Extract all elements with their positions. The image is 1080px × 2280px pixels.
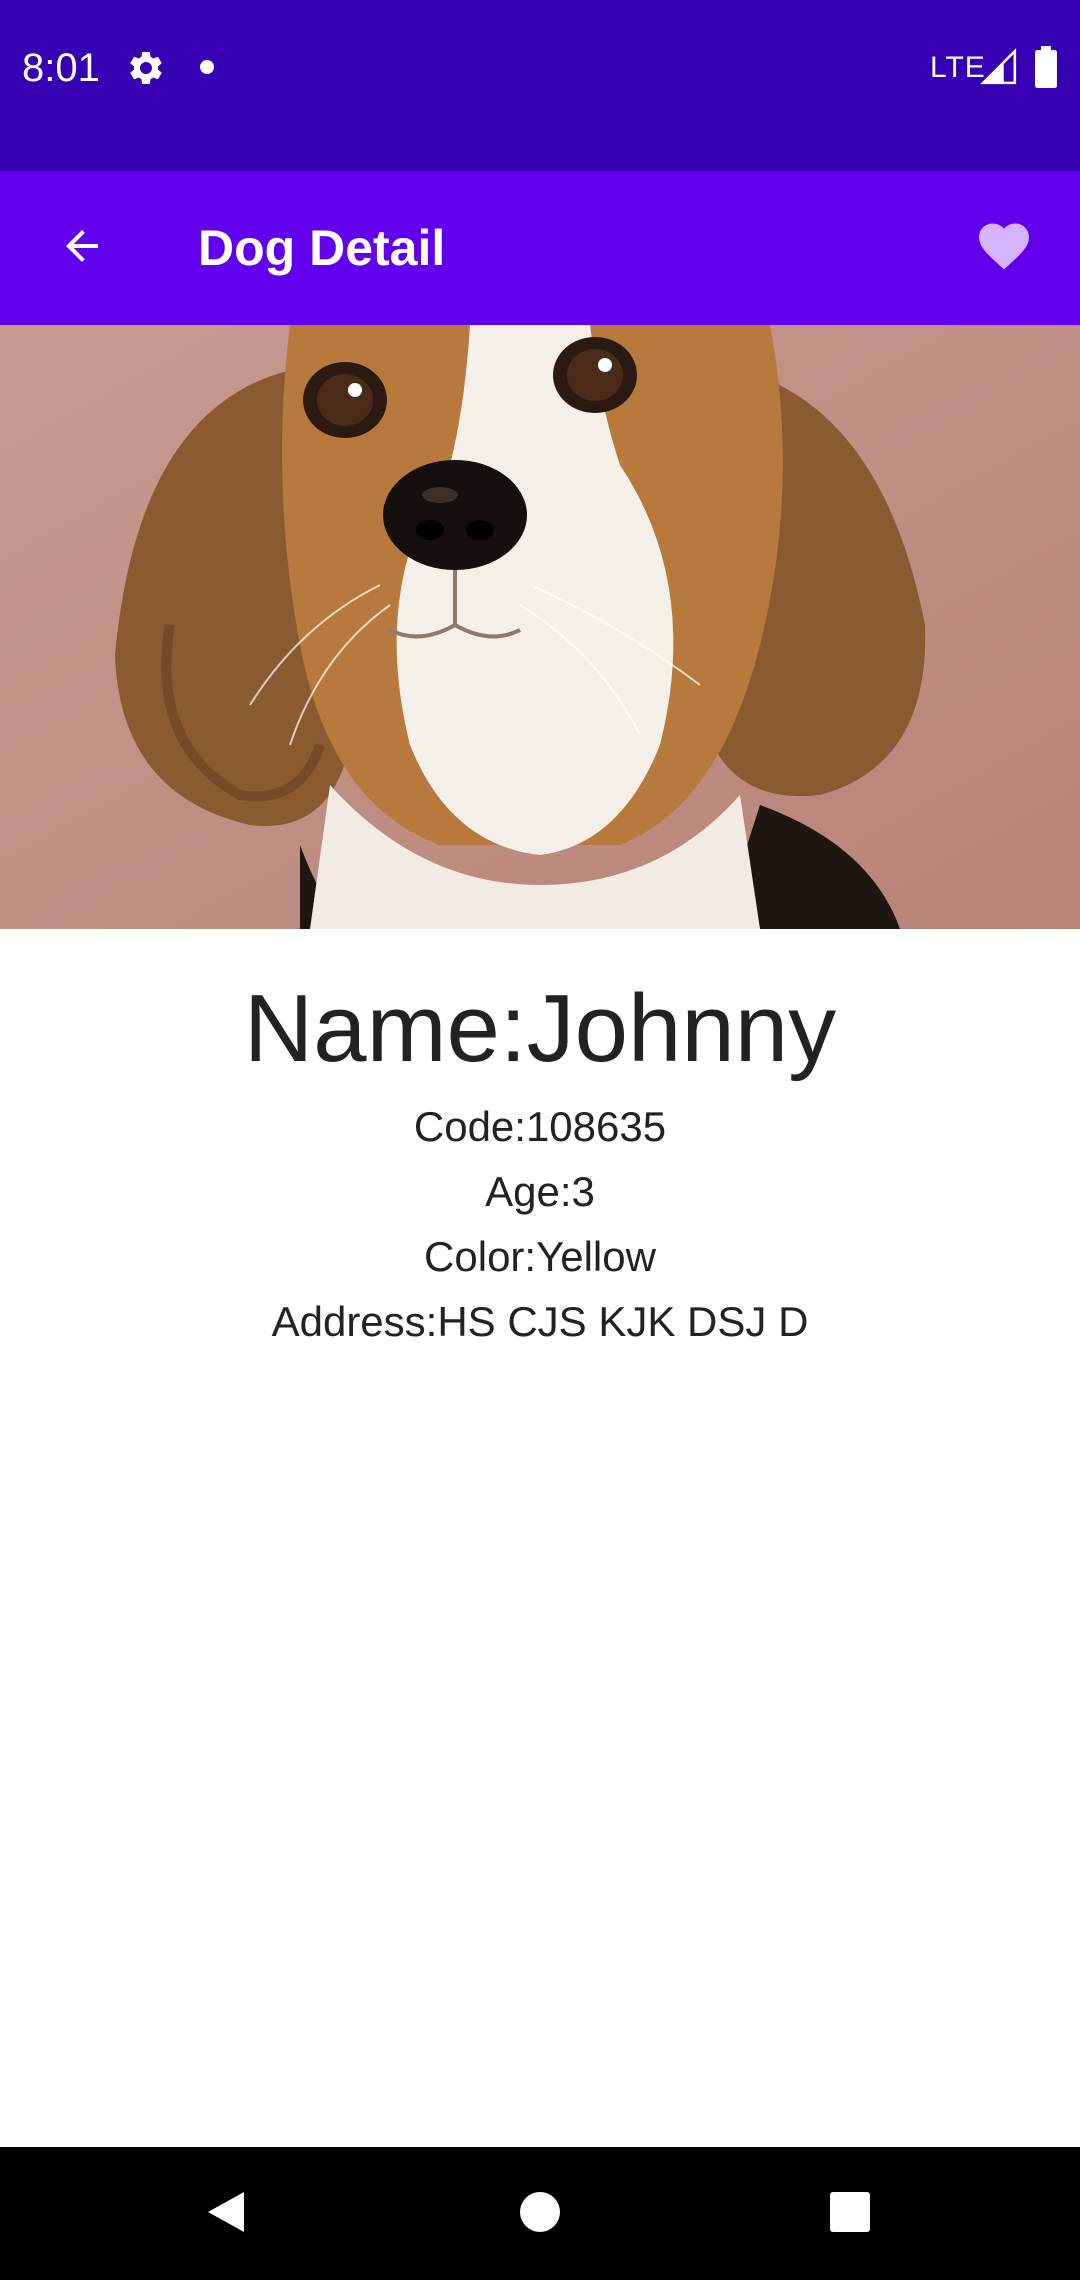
- notification-dot-icon: [200, 60, 214, 74]
- nav-recents-icon: [829, 2191, 871, 2238]
- favorite-button[interactable]: [960, 204, 1048, 292]
- network-type: LTE: [930, 51, 986, 84]
- back-button[interactable]: [40, 206, 124, 290]
- dog-code: Code:108635: [413, 1103, 667, 1150]
- arrow-back-icon: [58, 222, 106, 275]
- status-bar: 8:01 LTE: [0, 0, 1080, 171]
- dog-detail-screen: 8:01 LTE Dog Detail Name:Johnny Code:108…: [0, 0, 1080, 2280]
- nav-back-icon: [204, 2188, 248, 2241]
- dog-color: Color:Yellow: [424, 1233, 656, 1280]
- signal-icon: [980, 48, 1018, 86]
- nav-home-icon: [519, 2191, 561, 2238]
- system-navigation-bar: [0, 2147, 1080, 2280]
- dog-name: Name:Johnny: [243, 975, 837, 1082]
- dog-age: Age:3: [485, 1168, 595, 1215]
- beagle-photo: [0, 325, 1080, 929]
- status-time: 8:01: [22, 46, 100, 90]
- gear-icon: [126, 48, 166, 88]
- dog-address: Address:HS CJS KJK DSJ D: [271, 1298, 809, 1345]
- heart-icon: [974, 216, 1034, 281]
- page-title: Dog Detail: [198, 220, 446, 276]
- battery-icon: [1034, 46, 1058, 88]
- nav-recents-button[interactable]: [810, 2174, 890, 2254]
- app-bar: Dog Detail: [0, 171, 1080, 325]
- nav-home-button[interactable]: [500, 2174, 580, 2254]
- nav-back-button[interactable]: [186, 2174, 266, 2254]
